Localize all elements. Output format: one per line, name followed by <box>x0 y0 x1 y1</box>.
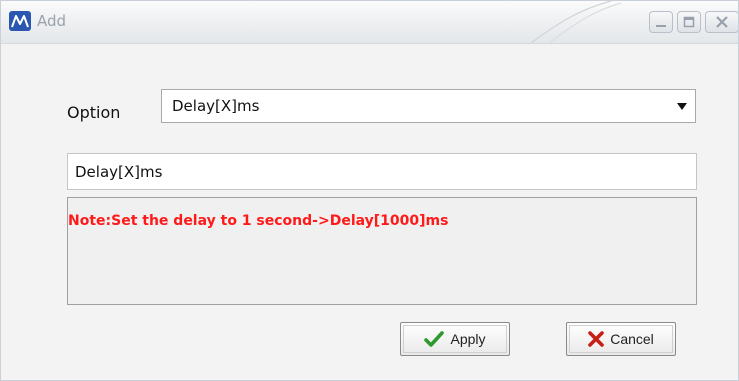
add-dialog-window: Add Option Delay[X]ms Note:Set the dela <box>0 0 739 381</box>
window-title: Add <box>37 12 67 30</box>
close-icon <box>716 16 728 28</box>
apply-button[interactable]: Apply <box>400 322 510 356</box>
title-bar[interactable]: Add <box>1 1 738 44</box>
checkmark-icon <box>424 331 445 347</box>
maximize-button[interactable] <box>677 11 701 33</box>
chevron-down-icon[interactable] <box>677 103 687 110</box>
cancel-button[interactable]: Cancel <box>566 322 676 356</box>
apply-label: Apply <box>450 331 486 347</box>
cancel-label: Cancel <box>610 331 654 347</box>
maximize-icon <box>683 16 695 28</box>
minimize-icon <box>656 25 666 27</box>
note-box: Note:Set the delay to 1 second->Delay[10… <box>67 197 697 305</box>
minimize-button[interactable] <box>649 11 673 33</box>
x-icon <box>588 331 605 347</box>
option-selected-value: Delay[X]ms <box>172 97 260 115</box>
app-logo-icon <box>9 11 31 31</box>
close-button[interactable] <box>705 11 738 33</box>
title-decoration <box>530 1 621 43</box>
option-select[interactable]: Delay[X]ms <box>161 89 696 123</box>
command-text-input[interactable] <box>67 153 697 190</box>
dialog-content: Option Delay[X]ms Note:Set the delay to … <box>1 44 738 380</box>
option-label: Option <box>67 103 121 122</box>
note-text: Note:Set the delay to 1 second->Delay[10… <box>68 213 449 229</box>
